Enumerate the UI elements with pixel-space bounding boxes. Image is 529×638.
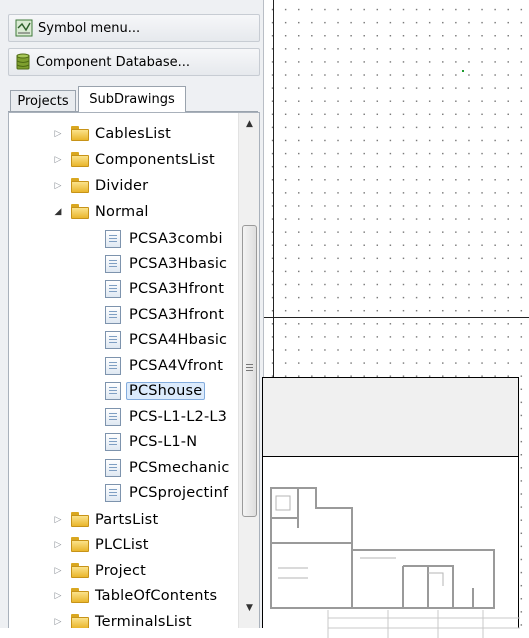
canvas-horizontal-line — [264, 317, 529, 318]
tree-item-normal[interactable]: ◢ Normal — [53, 199, 259, 224]
drawing-file-icon — [105, 458, 121, 477]
drawing-file-icon — [105, 356, 121, 375]
tree-item-file[interactable]: PCSmechanic — [105, 455, 237, 480]
tree-item-cableslist[interactable]: ▷ CablesList — [53, 121, 259, 146]
tree-item-file[interactable]: PCSA4Vfront — [105, 353, 237, 378]
scroll-up-arrow-icon[interactable]: ▲ — [239, 115, 259, 133]
subdrawing-preview-popup — [262, 377, 520, 638]
drawing-file-icon — [105, 229, 121, 248]
folder-icon — [71, 537, 89, 552]
subdrawings-tree[interactable]: ▷ CablesList ▷ ComponentsList ▷ Divider … — [8, 112, 260, 628]
tree-item-file[interactable]: PCSA3Hbasic — [105, 251, 237, 276]
drawing-file-icon — [105, 330, 121, 349]
folder-icon — [71, 563, 89, 578]
drawing-file-icon — [105, 254, 121, 273]
canvas-vertical-line — [273, 0, 274, 380]
tree-item-label: Divider — [95, 177, 149, 194]
tree-item-label: PCSprojectinf — [129, 484, 229, 501]
tab-subdrawings[interactable]: SubDrawings — [78, 86, 186, 112]
tab-projects-label: Projects — [17, 94, 69, 109]
tree-item-tableofcontents[interactable]: ▷ TableOfContents — [53, 583, 259, 608]
expand-arrow-icon[interactable]: ▷ — [53, 566, 63, 576]
drawing-file-icon — [105, 432, 121, 451]
tab-subdrawings-label: SubDrawings — [89, 92, 175, 107]
tree-item-plclist[interactable]: ▷ PLCList — [53, 532, 259, 557]
tree-item-label: Normal — [95, 203, 149, 220]
tree-item-label: PLCList — [95, 536, 149, 553]
tree-item-file[interactable]: PCS-L1-N — [105, 429, 237, 454]
tree-item-label: CablesList — [95, 125, 172, 142]
tree-item-file[interactable]: PCS-L1-L2-L3 — [105, 404, 237, 429]
tree-item-file[interactable]: PCSA4Hbasic — [105, 327, 237, 352]
tree-item-label: PCSA4Vfront — [129, 357, 224, 374]
folder-icon — [71, 126, 89, 141]
tree-item-label: PCS-L1-L2-L3 — [129, 408, 228, 425]
tree-item-file[interactable]: PCSprojectinf — [105, 480, 237, 505]
database-icon — [16, 53, 30, 70]
tree-item-label: TerminalsList — [95, 613, 192, 629]
symbol-menu-label: Symbol menu... — [38, 20, 141, 36]
component-database-label: Component Database... — [36, 54, 191, 70]
scroll-down-arrow-icon[interactable]: ▼ — [239, 599, 259, 617]
tree-item-label: PCSA3Hbasic — [129, 255, 228, 272]
tree-item-label: PCS-L1-N — [129, 433, 198, 450]
tree-item-file-selected[interactable]: PCShouse — [105, 378, 237, 403]
tree-item-file[interactable]: PCSA3Hfront — [105, 276, 237, 301]
drawing-file-icon — [105, 483, 121, 502]
tree-item-file[interactable]: PCSA3combi — [105, 226, 237, 251]
scrollbar-thumb[interactable] — [242, 225, 257, 517]
collapse-arrow-icon[interactable]: ◢ — [53, 207, 63, 217]
folder-icon — [71, 614, 89, 628]
sidebar-panel: Symbol menu... Component Database... Pro… — [0, 0, 264, 628]
tab-projects[interactable]: Projects — [10, 90, 76, 112]
tree-item-label: ComponentsList — [95, 151, 215, 168]
tree-item-componentslist[interactable]: ▷ ComponentsList — [53, 147, 259, 172]
symbol-menu-button[interactable]: Symbol menu... — [8, 14, 260, 42]
tree-item-label: PCSA3Hfront — [129, 280, 225, 297]
tree-item-project[interactable]: ▷ Project — [53, 558, 259, 583]
folder-icon — [71, 588, 89, 603]
tree-item-label: PCSmechanic — [129, 459, 230, 476]
folder-icon — [71, 204, 89, 219]
drawing-file-icon — [105, 279, 121, 298]
symbol-grid-icon — [15, 19, 33, 37]
component-database-button[interactable]: Component Database... — [8, 48, 260, 76]
tree-item-label: PCSA4Hbasic — [129, 331, 228, 348]
tree-item-file[interactable]: PCSA3Hfront — [105, 302, 237, 327]
tree-item-label: PartsList — [95, 511, 159, 528]
expand-arrow-icon[interactable]: ▷ — [53, 591, 63, 601]
drawing-file-icon — [105, 407, 121, 426]
tree-item-label: PCShouse — [126, 381, 206, 400]
expand-arrow-icon[interactable]: ▷ — [53, 129, 63, 139]
drawing-file-icon — [105, 305, 121, 324]
cursor-marker — [462, 70, 464, 72]
preview-header — [263, 378, 518, 457]
expand-arrow-icon[interactable]: ▷ — [53, 540, 63, 550]
tree-item-label: Project — [95, 562, 147, 579]
drawing-file-icon — [105, 381, 121, 400]
tree-item-label: PCSA3combi — [129, 230, 223, 247]
tree-scrollbar[interactable]: ▲ ▼ — [238, 113, 259, 628]
expand-arrow-icon[interactable]: ▷ — [53, 155, 63, 165]
tree-item-label: PCSA3Hfront — [129, 306, 225, 323]
folder-icon — [71, 512, 89, 527]
folder-icon — [71, 152, 89, 167]
expand-arrow-icon[interactable]: ▷ — [53, 515, 63, 525]
grip-icon — [246, 364, 253, 372]
expand-arrow-icon[interactable]: ▷ — [53, 617, 63, 627]
tree-item-label: TableOfContents — [95, 587, 218, 604]
expand-arrow-icon[interactable]: ▷ — [53, 181, 63, 191]
folder-icon — [71, 178, 89, 193]
tree-item-terminalslist[interactable]: ▷ TerminalsList — [53, 609, 259, 629]
tree-item-divider[interactable]: ▷ Divider — [53, 173, 259, 198]
tree-item-partslist[interactable]: ▷ PartsList — [53, 507, 259, 532]
floor-plan-thumbnail — [270, 487, 520, 638]
